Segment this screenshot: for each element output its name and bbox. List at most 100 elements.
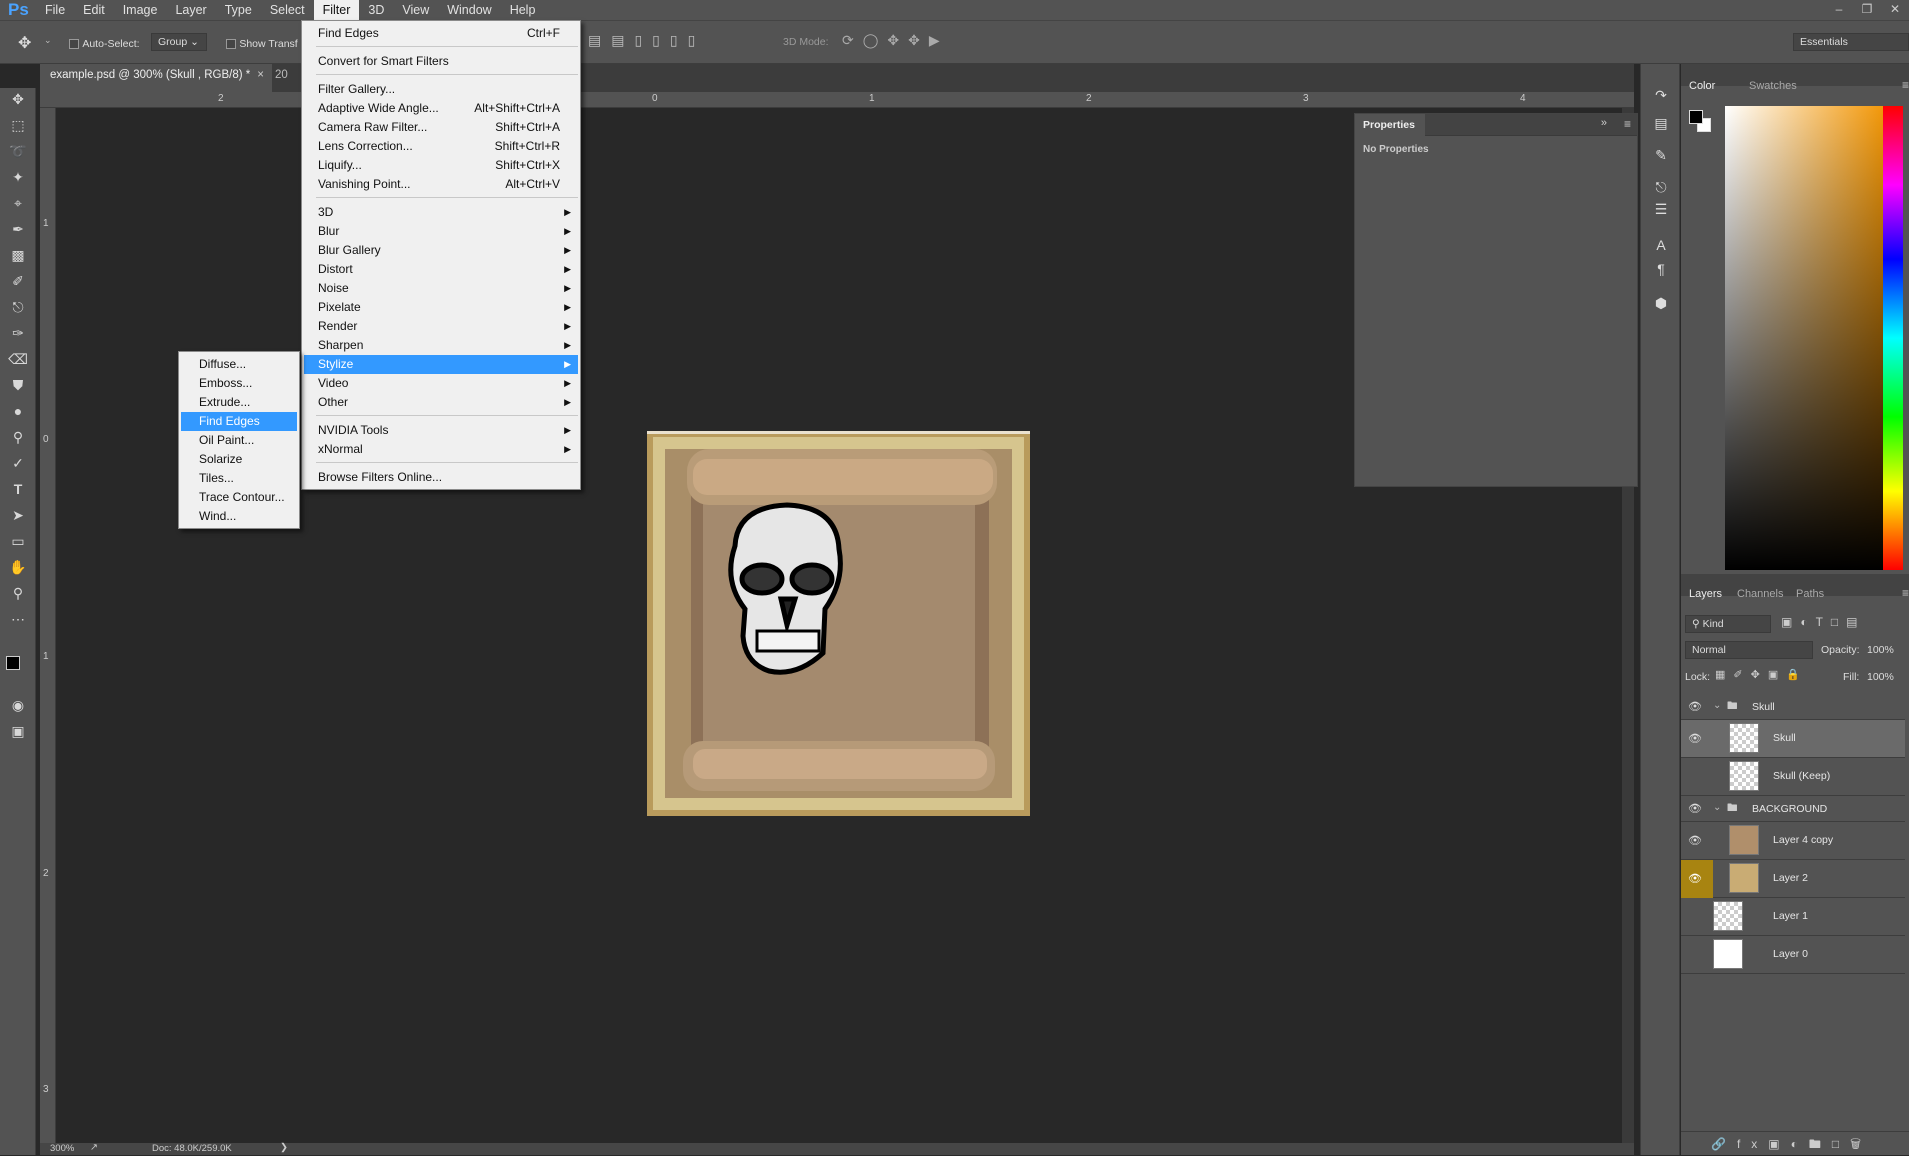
menu-item-vanishing-point[interactable]: Vanishing Point... Alt+Ctrl+V — [304, 175, 578, 194]
eye-icon[interactable]: 👁 — [1687, 872, 1703, 886]
submenu-item-emboss[interactable]: Emboss... — [181, 374, 297, 393]
submenu-item-solarize[interactable]: Solarize — [181, 450, 297, 469]
document-artwork[interactable] — [647, 431, 1030, 816]
show-transform-checkbox[interactable] — [226, 38, 236, 49]
opacity-value[interactable]: 100% — [1867, 644, 1894, 656]
menu-item-camera-raw[interactable]: Camera Raw Filter... Shift+Ctrl+A — [304, 118, 578, 137]
visibility-toggle[interactable] — [1687, 948, 1703, 962]
move-tool-icon[interactable]: ✥ — [18, 33, 31, 53]
screen-mode-icon[interactable]: ▣ — [6, 720, 30, 742]
visibility-toggle[interactable] — [1687, 770, 1703, 784]
brush-presets-icon[interactable]: ✎ — [1649, 144, 1673, 166]
minimize-icon[interactable]: – — [1825, 0, 1853, 20]
submenu-item-find-edges[interactable]: Find Edges — [181, 412, 297, 431]
foreground-color-swatch[interactable] — [6, 656, 20, 670]
color-panel-menu-icon[interactable]: ≡ — [1902, 78, 1909, 92]
menu-item-stylize[interactable]: Stylize ▶ — [304, 355, 578, 374]
menu-item-noise[interactable]: Noise ▶ — [304, 279, 578, 298]
type-tool-icon[interactable]: T — [6, 478, 30, 500]
layer-0[interactable]: Layer 0 — [1681, 936, 1905, 974]
menu-item-lens-correction[interactable]: Lens Correction... Shift+Ctrl+R — [304, 137, 578, 156]
align-distribute-icons[interactable]: ▤▤▯▯▯▯ — [588, 32, 705, 49]
submenu-item-trace-contour[interactable]: Trace Contour... — [181, 488, 297, 507]
hand-tool-icon[interactable]: ✋ — [6, 556, 30, 578]
chevron-down-icon[interactable]: ⌄ — [44, 35, 52, 46]
submenu-item-extrude[interactable]: Extrude... — [181, 393, 297, 412]
stamp-tool-icon[interactable]: ⎋ — [6, 296, 30, 318]
menu-layer[interactable]: Layer — [166, 0, 215, 20]
3d-panel-icon[interactable]: ⬢ — [1649, 292, 1673, 314]
path-selection-icon[interactable]: ➤ — [6, 504, 30, 526]
layer-skull-keep[interactable]: Skull (Keep) — [1681, 758, 1905, 796]
menu-item-blur-gallery[interactable]: Blur Gallery ▶ — [304, 241, 578, 260]
layers-panel-menu-icon[interactable]: ≡ — [1902, 586, 1909, 600]
layer-group-background[interactable]: 👁 ⌄ 🖿 BACKGROUND — [1681, 796, 1905, 822]
pen-tool-icon[interactable]: ✓ — [6, 452, 30, 474]
close-icon[interactable]: ✕ — [1881, 0, 1909, 20]
adjustments-icon[interactable]: ☰ — [1649, 198, 1673, 220]
lasso-tool-icon[interactable]: ➰ — [6, 140, 30, 162]
eyedropper-icon[interactable]: ✒ — [6, 218, 30, 240]
eye-icon[interactable]: 👁 — [1687, 834, 1703, 848]
tab-swatches[interactable]: Swatches — [1749, 80, 1797, 92]
menu-item-liquify[interactable]: Liquify... Shift+Ctrl+X — [304, 156, 578, 175]
eraser-icon[interactable]: ⌫ — [6, 348, 30, 370]
layer-2[interactable]: 👁 Layer 2 — [1681, 860, 1905, 898]
menu-item-filter-gallery[interactable]: Filter Gallery... — [304, 80, 578, 99]
submenu-item-tiles[interactable]: Tiles... — [181, 469, 297, 488]
menu-item-adaptive-wide-angle[interactable]: Adaptive Wide Angle... Alt+Shift+Ctrl+A — [304, 99, 578, 118]
menu-item-find-edges[interactable]: Find Edges Ctrl+F — [304, 24, 578, 43]
rectangle-tool-icon[interactable]: ▭ — [6, 530, 30, 552]
menu-type[interactable]: Type — [216, 0, 261, 20]
more-tools-icon[interactable]: ⋯ — [6, 608, 30, 630]
layers-footer-icons[interactable]: 🔗fx▣◐🖿□🗑 — [1711, 1135, 1872, 1156]
menu-item-pixelate[interactable]: Pixelate ▶ — [304, 298, 578, 317]
menu-item-3d[interactable]: 3D ▶ — [304, 203, 578, 222]
menu-item-sharpen[interactable]: Sharpen ▶ — [304, 336, 578, 355]
menu-filter[interactable]: Filter — [313, 0, 360, 20]
tab-channels[interactable]: Channels — [1737, 588, 1783, 600]
clone-source-icon[interactable]: ⎋ — [1649, 176, 1673, 198]
eye-icon[interactable]: 👁 — [1687, 732, 1703, 746]
menu-item-blur[interactable]: Blur ▶ — [304, 222, 578, 241]
tab-layers[interactable]: Layers — [1689, 588, 1722, 600]
collapse-panel-icon[interactable]: » — [1601, 117, 1607, 129]
document-tab[interactable]: example.psd @ 300% (Skull , RGB/8) * × — [40, 64, 272, 92]
menu-item-nvidia-tools[interactable]: NVIDIA Tools ▶ — [304, 421, 578, 440]
blur-tool-icon[interactable]: ● — [6, 400, 30, 422]
layer-4-copy[interactable]: 👁 Layer 4 copy — [1681, 822, 1905, 860]
paragraph-panel-icon[interactable]: ¶ — [1649, 258, 1673, 280]
properties-panel-icon[interactable]: ▤ — [1649, 112, 1673, 134]
layer-skull[interactable]: 👁 Skull — [1681, 720, 1905, 758]
blend-mode-dropdown[interactable]: Normal — [1685, 641, 1813, 659]
submenu-item-diffuse[interactable]: Diffuse... — [181, 355, 297, 374]
lock-icons[interactable]: ▦✐✥▣🔒 — [1715, 668, 1808, 681]
menu-help[interactable]: Help — [501, 0, 545, 20]
magic-wand-icon[interactable]: ✦ — [6, 166, 30, 188]
eye-icon[interactable]: 👁 — [1687, 802, 1703, 816]
visibility-toggle[interactable] — [1687, 910, 1703, 924]
chevron-down-icon[interactable]: ⌄ — [1713, 802, 1721, 813]
quick-mask-icon[interactable]: ◉ — [6, 694, 30, 716]
properties-title[interactable]: Properties — [1355, 114, 1425, 136]
menu-item-browse-filters-online[interactable]: Browse Filters Online... — [304, 468, 578, 487]
layer-group-skull[interactable]: 👁 ⌄ 🖿 Skull — [1681, 694, 1905, 720]
foreground-color-swatch[interactable] — [1689, 110, 1703, 124]
close-tab-icon[interactable]: × — [257, 64, 264, 86]
crop-tool-icon[interactable]: ⌖ — [6, 192, 30, 214]
layer-filter-kind-dropdown[interactable]: ⚲ Kind — [1685, 615, 1771, 633]
workspace-dropdown[interactable]: Essentials — [1793, 33, 1909, 51]
history-brush-icon[interactable]: ✑ — [6, 322, 30, 344]
history-panel-icon[interactable]: ↷ — [1649, 84, 1673, 106]
tab-color[interactable]: Color — [1689, 80, 1715, 92]
menu-window[interactable]: Window — [438, 0, 500, 20]
zoom-level[interactable]: 300% — [50, 1143, 74, 1154]
marquee-tool-icon[interactable]: ⬚ — [6, 114, 30, 136]
tab-paths[interactable]: Paths — [1796, 588, 1824, 600]
menu-file[interactable]: File — [36, 0, 74, 20]
dodge-tool-icon[interactable]: ⚲ — [6, 426, 30, 448]
menu-item-xnormal[interactable]: xNormal ▶ — [304, 440, 578, 459]
layer-filter-icons[interactable]: ▣◐T□▤ — [1781, 615, 1866, 629]
menu-item-render[interactable]: Render ▶ — [304, 317, 578, 336]
3d-mode-icons[interactable]: ⟳◯✥✥▶ — [842, 32, 949, 49]
